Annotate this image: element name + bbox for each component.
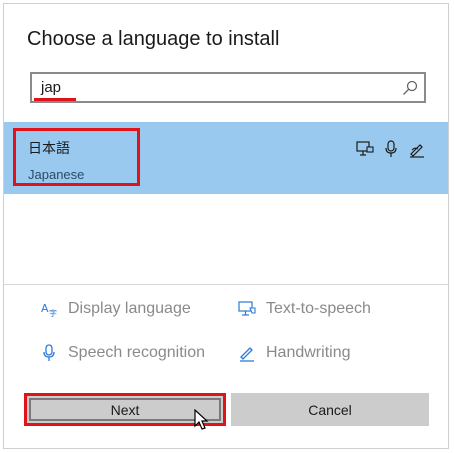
search-icon[interactable] [402, 80, 418, 96]
feature-text-to-speech: Text-to-speech [238, 300, 371, 318]
svg-text:A: A [41, 302, 49, 315]
feature-label: Speech recognition [68, 344, 205, 361]
text-to-speech-icon [238, 301, 256, 316]
microphone-icon [43, 344, 55, 361]
display-language-icon: A 字 [41, 302, 57, 318]
language-list: 日本語 Japanese [4, 120, 448, 285]
dialog-title: Choose a language to install [27, 28, 280, 50]
search-highlight-underline [34, 98, 76, 101]
handwriting-icon [240, 347, 254, 362]
language-item-japanese[interactable]: 日本語 Japanese [4, 122, 448, 194]
display-language-icon [356, 141, 374, 156]
search-value[interactable]: jap [41, 79, 61, 96]
cancel-button[interactable]: Cancel [231, 393, 429, 426]
next-button-focus-ring: Next [29, 398, 221, 421]
svg-text:字: 字 [49, 308, 57, 318]
capability-icons [356, 140, 426, 158]
feature-handwriting: Handwriting [238, 344, 350, 362]
mouse-cursor-icon [194, 409, 209, 430]
feature-label: Handwriting [266, 344, 351, 361]
handwriting-icon [410, 144, 424, 158]
cancel-button-label: Cancel [308, 401, 352, 418]
feature-speech-recognition: Speech recognition [40, 344, 205, 362]
next-button-label: Next [110, 401, 140, 418]
search-input[interactable]: jap [30, 72, 426, 103]
install-language-dialog: Choose a language to install jap 日本語 Jap… [3, 3, 449, 449]
feature-label: Display language [68, 300, 191, 317]
highlight-box [13, 128, 140, 186]
speech-icon [385, 140, 397, 157]
feature-label: Text-to-speech [266, 300, 371, 317]
feature-display-language: A 字 Display language [40, 300, 191, 318]
